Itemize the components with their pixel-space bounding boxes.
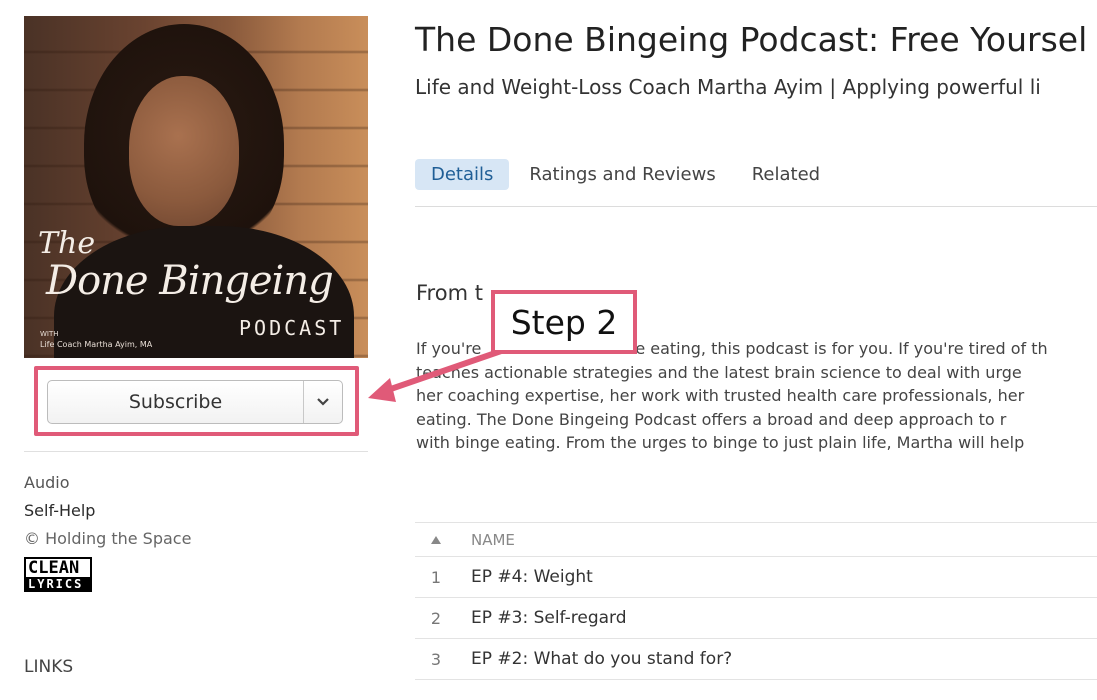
episode-name[interactable]: EP #4: Weight [457,567,1097,587]
episode-name[interactable]: EP #3: Self-regard [457,608,1097,628]
chevron-down-icon [317,398,329,406]
clean-badge-bottom: LYRICS [24,577,92,592]
tab-related[interactable]: Related [736,159,836,190]
subscribe-button-group[interactable]: Subscribe [47,380,343,424]
sort-column[interactable] [415,530,457,549]
tab-bar: Details Ratings and Reviews Related [415,159,840,190]
table-row[interactable] [415,679,1097,700]
artwork-script-the: The [38,226,96,261]
tabs-divider [415,206,1097,207]
clean-lyrics-badge: CLEAN LYRICS [24,557,92,592]
artwork-coach-line: Life Coach Martha Ayim, MA [40,340,153,349]
podcast-author[interactable]: Life and Weight-Loss Coach Martha Ayim |… [415,75,1041,99]
clean-badge-top: CLEAN [24,557,92,577]
artwork-podcast-word: PODCAST [239,316,345,340]
table-row[interactable]: 1 EP #4: Weight [415,556,1097,597]
artwork-face [129,76,239,226]
description-line-5: with binge eating. From the urges to bin… [416,433,1025,452]
links-heading: LINKS [24,657,74,677]
genre-link[interactable]: Self-Help [24,501,95,520]
podcast-artwork[interactable]: The Done Bingeing WITH Life Coach Martha… [24,16,368,358]
subscribe-button[interactable]: Subscribe [48,381,303,423]
sidebar-divider [24,451,368,452]
subscribe-options-button[interactable] [303,381,342,423]
tab-details[interactable]: Details [415,159,510,190]
episode-number: 3 [430,649,442,669]
episode-name[interactable]: EP #2: What do you stand for? [457,649,1097,669]
media-type-label: Audio [24,473,70,492]
episode-table: NAME 1 EP #4: Weight 2 EP #3: Self-regar… [415,522,1097,700]
tab-ratings-and-reviews[interactable]: Ratings and Reviews [513,159,731,190]
description-line-1-tail: e eating, this podcast is for you. If yo… [635,339,1048,358]
episode-number: 1 [430,567,442,587]
description-line-4: eating. The Done Bingeing Podcast offers… [416,409,1007,429]
table-row[interactable]: 2 EP #3: Self-regard [415,597,1097,638]
artwork-script-title: Done Bingeing [46,258,334,304]
artwork-with-label: WITH [40,330,59,338]
podcast-title: The Done Bingeing Podcast: Free Yoursel [415,20,1088,59]
episode-number: 2 [430,608,442,628]
table-row[interactable]: 3 EP #2: What do you stand for? [415,638,1097,679]
name-column-header[interactable]: NAME [457,531,1097,549]
episode-table-header: NAME [415,522,1097,556]
step-callout: Step 2 [491,290,637,354]
copyright-text: © Holding the Space [24,529,192,548]
from-the-provider-heading: From t [416,281,483,305]
triangle-up-icon [431,536,441,544]
